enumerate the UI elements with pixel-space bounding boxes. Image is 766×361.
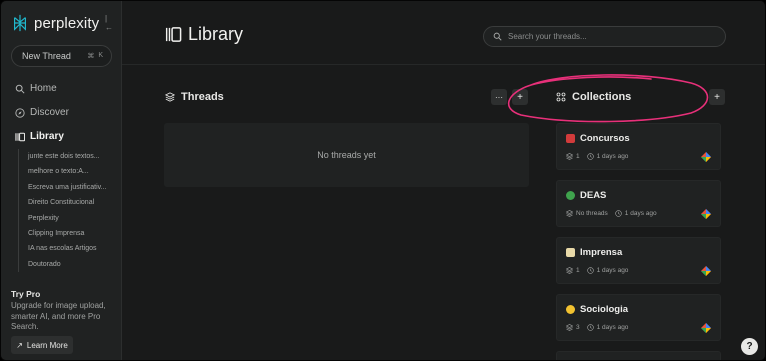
library-thread-item[interactable]: Clipping Imprensa bbox=[19, 226, 118, 241]
avatar-icon bbox=[701, 323, 711, 333]
grid-icon bbox=[556, 92, 566, 102]
library-thread-item[interactable]: junte este dois textos... bbox=[19, 149, 118, 164]
collection-card[interactable]: Sociologia 3 1 days ago bbox=[556, 294, 721, 341]
collection-card[interactable] bbox=[556, 351, 721, 360]
face-emoji-icon bbox=[566, 305, 575, 314]
library-thread-list: junte este dois textos... melhore o text… bbox=[18, 149, 118, 273]
clock-icon bbox=[586, 324, 594, 331]
try-pro-title: Try Pro bbox=[11, 289, 41, 299]
plus-icon: + bbox=[714, 91, 720, 103]
collection-count: 3 bbox=[576, 324, 580, 331]
memo-emoji-icon bbox=[566, 248, 575, 257]
clock-icon bbox=[586, 267, 594, 274]
threads-empty-state: No threads yet bbox=[164, 123, 529, 187]
threads-empty-text: No threads yet bbox=[317, 150, 376, 160]
clover-emoji-icon bbox=[566, 191, 575, 200]
collection-card[interactable]: Imprensa 1 1 days ago bbox=[556, 237, 721, 284]
library-icon bbox=[165, 27, 182, 42]
collection-count: 1 bbox=[576, 267, 580, 274]
library-thread-item[interactable]: Doutorado bbox=[19, 257, 118, 272]
threads-heading: Threads bbox=[165, 91, 224, 103]
library-thread-item[interactable]: Escreva uma justificativ... bbox=[19, 180, 118, 195]
plus-icon: + bbox=[517, 91, 523, 103]
learn-more-label: Learn More bbox=[26, 340, 68, 350]
layers-icon bbox=[566, 267, 573, 274]
threads-add-button[interactable]: + bbox=[512, 89, 528, 105]
collection-card[interactable]: DEAS No threads 1 days ago bbox=[556, 180, 721, 227]
collection-meta: No threads 1 days ago bbox=[566, 210, 657, 217]
new-thread-label: New Thread bbox=[22, 51, 71, 61]
threads-title: Threads bbox=[181, 91, 224, 103]
avatar-icon bbox=[701, 209, 711, 219]
search-icon bbox=[15, 84, 25, 94]
collection-time: 1 days ago bbox=[596, 153, 629, 160]
clock-icon bbox=[615, 210, 622, 217]
nav-library-label: Library bbox=[30, 131, 64, 142]
layers-icon bbox=[566, 153, 573, 160]
collapse-sidebar-icon[interactable]: |← bbox=[105, 14, 115, 32]
books-emoji-icon bbox=[566, 134, 575, 143]
library-thread-item[interactable]: Direito Constitucional bbox=[19, 195, 118, 210]
collection-meta: 1 1 days ago bbox=[566, 267, 628, 274]
sidebar: perplexity |← New Thread ⌘ K Home Discov… bbox=[1, 1, 122, 360]
perplexity-logo-icon bbox=[14, 14, 26, 32]
nav-home[interactable]: Home bbox=[15, 83, 57, 94]
shortcut-hint: ⌘ K bbox=[87, 52, 103, 60]
app-window: perplexity |← New Thread ⌘ K Home Discov… bbox=[0, 0, 766, 361]
search-box[interactable] bbox=[483, 26, 726, 47]
try-pro-text: Upgrade for image upload, smarter AI, an… bbox=[11, 301, 106, 331]
library-thread-item[interactable]: Perplexity bbox=[19, 211, 118, 226]
page-title: Library bbox=[165, 24, 243, 45]
collections-add-button[interactable]: + bbox=[709, 89, 725, 105]
collection-name: Sociologia bbox=[566, 304, 628, 315]
layers-icon bbox=[165, 92, 175, 102]
avatar-icon bbox=[701, 266, 711, 276]
collection-name: Concursos bbox=[566, 133, 630, 144]
collection-time: 1 days ago bbox=[624, 210, 657, 217]
help-button[interactable]: ? bbox=[741, 338, 758, 355]
page-title-text: Library bbox=[188, 24, 244, 44]
collection-card[interactable]: Concursos 1 1 days ago bbox=[556, 123, 721, 170]
search-icon bbox=[493, 32, 502, 41]
collections-title: Collections bbox=[572, 91, 632, 103]
nav-library[interactable]: Library bbox=[15, 131, 64, 142]
library-icon bbox=[15, 132, 25, 141]
nav-discover[interactable]: Discover bbox=[15, 107, 69, 118]
nav-home-label: Home bbox=[30, 83, 57, 94]
avatar-icon bbox=[701, 152, 711, 162]
clock-icon bbox=[586, 153, 594, 160]
collection-name: DEAS bbox=[566, 190, 606, 201]
main-content: Library Threads ··· + No threads yet Col… bbox=[122, 1, 765, 360]
collection-name: Imprensa bbox=[566, 247, 622, 258]
library-thread-item[interactable]: melhore o texto:A... bbox=[19, 164, 118, 179]
search-input[interactable] bbox=[508, 32, 708, 41]
logo[interactable]: perplexity bbox=[11, 13, 99, 33]
layers-icon bbox=[566, 210, 573, 217]
learn-more-button[interactable]: ↗ Learn More bbox=[11, 336, 73, 354]
arrow-up-right-icon: ↗ bbox=[16, 340, 23, 350]
collections-heading: Collections bbox=[556, 91, 631, 103]
more-icon: ··· bbox=[495, 92, 503, 102]
collection-meta: 3 1 days ago bbox=[566, 324, 628, 331]
collection-count: 1 bbox=[576, 153, 580, 160]
compass-icon bbox=[15, 107, 25, 118]
help-label: ? bbox=[746, 341, 753, 352]
header: Library bbox=[122, 1, 765, 65]
collection-time: 1 days ago bbox=[596, 267, 629, 274]
try-pro-panel: Try Pro Upgrade for image upload, smarte… bbox=[11, 289, 119, 333]
collection-time: 1 days ago bbox=[596, 324, 629, 331]
threads-more-button[interactable]: ··· bbox=[491, 89, 507, 105]
layers-icon bbox=[566, 324, 573, 331]
collection-count: No threads bbox=[576, 210, 608, 217]
library-thread-item[interactable]: IA nas escolas Artigos bbox=[19, 241, 118, 256]
nav-discover-label: Discover bbox=[30, 107, 69, 118]
collection-meta: 1 1 days ago bbox=[566, 153, 628, 160]
new-thread-button[interactable]: New Thread ⌘ K bbox=[11, 45, 112, 67]
logo-text: perplexity bbox=[34, 14, 100, 32]
